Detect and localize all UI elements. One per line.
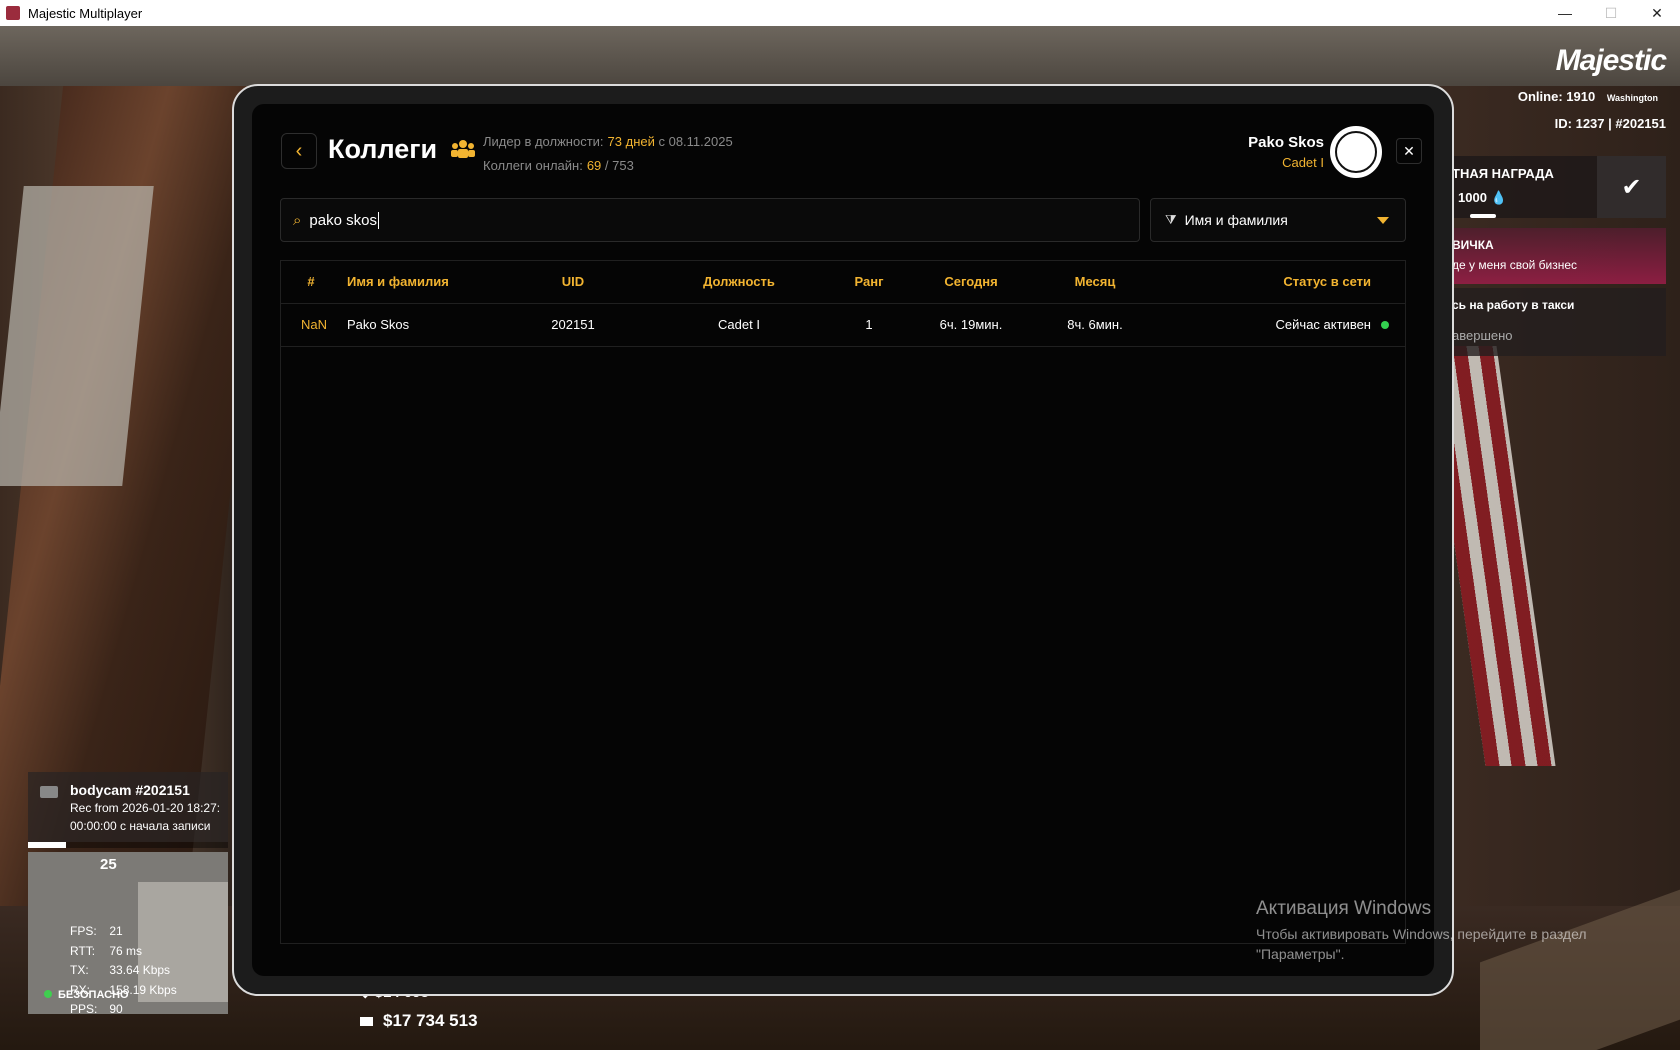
quest2-title: сь на работу в такси	[1452, 298, 1575, 312]
close-window-button[interactable]: ✕	[1634, 0, 1680, 26]
window-title: Majestic Multiplayer	[28, 5, 143, 21]
col-position[interactable]: Должность	[679, 274, 799, 289]
leader-line: Лидер в должности: 73 дней с 08.11.2025	[483, 134, 733, 149]
user-name: Pako Skos	[1248, 134, 1324, 151]
quest-desc: де у меня свой бизнес	[1452, 258, 1578, 272]
server-name: Washington	[1606, 93, 1658, 103]
search-value: pako skos	[309, 211, 379, 229]
col-status[interactable]: Статус в сети	[1283, 274, 1371, 289]
page-title: Коллеги	[328, 134, 438, 164]
cell-rank: 1	[865, 317, 873, 332]
reward-value: 1000 💧	[1458, 190, 1507, 205]
online-counter: Online: 1910 Washington	[1518, 89, 1658, 104]
online-status-dot	[1381, 321, 1389, 329]
chevron-left-icon: ‹	[295, 139, 303, 162]
close-icon: ✕	[1403, 142, 1415, 159]
colleagues-screen: ‹ Коллеги Лидер в должности: 73 дней с 08…	[252, 104, 1434, 976]
search-icon: ⌕	[293, 211, 302, 229]
activation-title: Активация Windows	[1256, 898, 1432, 919]
chevron-down-icon	[1377, 216, 1389, 224]
leader-meta: Лидер в должности: 73 дней с 08.11.2025 К…	[483, 130, 733, 178]
back-button[interactable]: ‹	[281, 133, 317, 169]
brand-logo: Majestic	[1555, 44, 1667, 77]
filter-select[interactable]: ⧩ Имя и фамилия	[1150, 198, 1406, 242]
online-count: 1910	[1566, 89, 1596, 104]
minimap-number: 25	[100, 856, 117, 873]
col-rank[interactable]: Ранг	[849, 274, 889, 289]
maximize-button[interactable]: ☐	[1588, 0, 1634, 26]
bank-amount: $17 734 513	[360, 1011, 478, 1031]
quest-card: ВИЧКА де у меня свой бизнес	[1452, 228, 1666, 284]
filter-icon: ⧩	[1165, 212, 1177, 227]
online-label: Online:	[1517, 89, 1563, 104]
player-id: ID: 1237 | #202151	[1554, 116, 1666, 131]
table-header: # Имя и фамилия UID Должность Ранг Сегод…	[281, 261, 1405, 304]
stat-rtt: RTT: 76 ms	[70, 943, 143, 958]
col-number[interactable]: #	[301, 274, 321, 289]
activation-line1: Чтобы активировать Windows, перейдите в …	[1256, 926, 1587, 942]
bodycam-title: bodycam #202151	[70, 782, 190, 798]
stat-tx: TX: 33.64 Kbps	[70, 963, 171, 977]
cell-status: Сейчас активен	[1275, 317, 1371, 332]
stat-pps: PPS: 90	[70, 1002, 123, 1016]
cell-today: 6ч. 19мин.	[939, 317, 1003, 332]
activation-line2: "Параметры".	[1256, 946, 1345, 962]
app-icon	[6, 6, 20, 20]
quest-panel: ТНАЯ НАГРАДА 1000 💧 ✔ ВИЧКА де у меня св…	[1452, 156, 1666, 356]
reward-title: ТНАЯ НАГРАДА	[1452, 166, 1554, 181]
cell-uid: 202151	[551, 317, 595, 332]
card-icon	[360, 1017, 373, 1027]
claim-check-icon[interactable]: ✔	[1597, 156, 1666, 218]
table-row[interactable]: NaN Pako Skos 202151 Cadet I 1 6ч. 19мин…	[281, 304, 1405, 347]
safe-zone-indicator: БЕЗОПАСНО	[44, 989, 129, 1001]
camera-icon	[40, 786, 58, 798]
reward-progress	[1470, 214, 1496, 218]
cell-name: Pako Skos	[347, 317, 410, 332]
col-month[interactable]: Месяц	[1045, 274, 1145, 289]
minimize-button[interactable]: —	[1542, 0, 1588, 26]
cell-number: NaN	[301, 317, 328, 332]
user-rank: Cadet I	[1282, 155, 1324, 170]
cell-month: 8ч. 6мин.	[1067, 317, 1123, 332]
bodycam-progress	[28, 842, 228, 848]
shield-icon	[44, 990, 52, 998]
quest-title: ВИЧКА	[1452, 238, 1494, 252]
reward-card: ТНАЯ НАГРАДА 1000 💧	[1452, 156, 1597, 218]
bodycam-time: 00:00:00 с начала записи	[70, 819, 211, 833]
col-uid[interactable]: UID	[543, 274, 603, 289]
online-line: Коллеги онлайн: 69 / 753	[483, 158, 634, 173]
col-today[interactable]: Сегодня	[921, 274, 1021, 289]
search-input[interactable]: ⌕ pako skos	[280, 198, 1140, 242]
department-seal	[1330, 126, 1382, 178]
cell-position: Cadet I	[718, 317, 760, 332]
close-button[interactable]: ✕	[1396, 138, 1422, 164]
bodycam-overlay: bodycam #202151 Rec from 2026-01-20 18:2…	[28, 772, 228, 848]
net-stats: FPS: 21 RTT: 76 ms TX: 33.64 Kbps RX: 15…	[70, 922, 177, 1020]
window-titlebar: Majestic Multiplayer — ☐ ✕	[0, 0, 1680, 26]
bodycam-rec: Rec from 2026-01-20 18:27:	[70, 801, 221, 815]
stat-fps: FPS: 21	[70, 924, 123, 938]
colleagues-table: # Имя и фамилия UID Должность Ранг Сегод…	[280, 260, 1406, 944]
filter-value: Имя и фамилия	[1184, 212, 1288, 228]
people-icon	[450, 138, 476, 162]
quest-card-2: сь на работу в такси авершено	[1452, 288, 1666, 356]
windows-activation-watermark: Активация Windows Чтобы активировать Win…	[1256, 898, 1587, 964]
quest2-status: авершено	[1452, 328, 1513, 343]
tablet-frame: ‹ Коллеги Лидер в должности: 73 дней с 08…	[232, 84, 1454, 996]
user-info: Pako Skos Cadet I	[1248, 134, 1324, 170]
col-name[interactable]: Имя и фамилия	[347, 274, 449, 289]
